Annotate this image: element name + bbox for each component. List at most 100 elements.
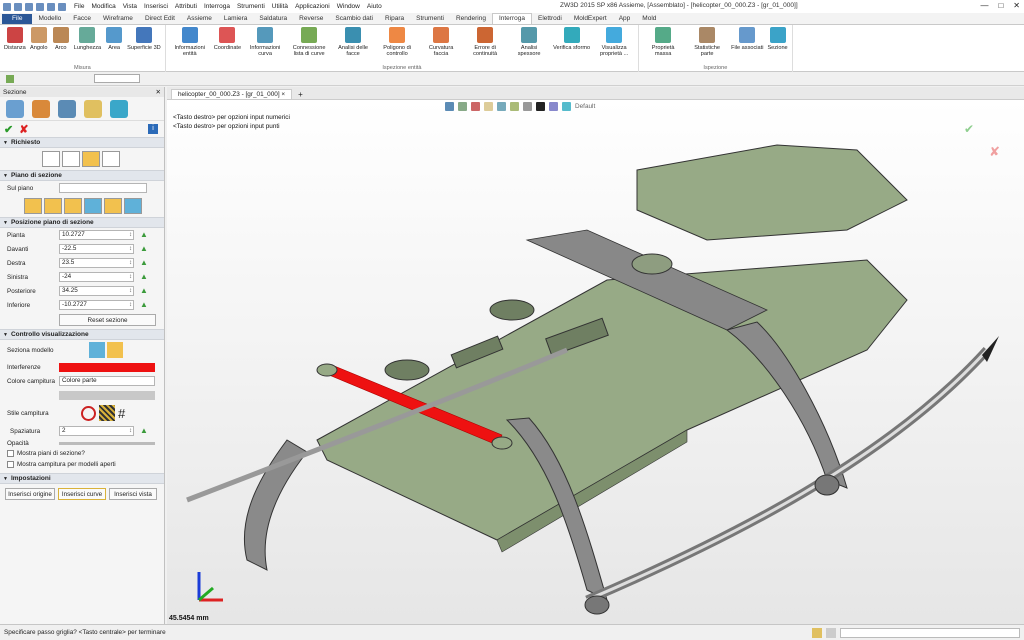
tab-ripara[interactable]: Ripara [379, 14, 410, 24]
interference-color-swatch[interactable] [59, 362, 155, 372]
tab-wireframe[interactable]: Wireframe [97, 14, 139, 24]
pick-icon[interactable]: ▲ [140, 230, 150, 240]
confirm-cancel-icon[interactable]: ✘ [989, 144, 1000, 160]
confirm-ok-icon[interactable]: ✔ [964, 122, 974, 136]
davanti-input[interactable]: -22.5 [59, 244, 134, 254]
tab-direct-edit[interactable]: Direct Edit [139, 14, 181, 24]
manager-icon[interactable] [6, 99, 24, 118]
open-icon[interactable] [25, 2, 33, 11]
status-input[interactable] [840, 627, 1020, 638]
tab-app[interactable]: App [613, 14, 637, 24]
ok-icon[interactable]: ✔ [4, 123, 13, 136]
tab-mold[interactable]: Mold [636, 14, 662, 24]
menu-vista[interactable]: Vista [123, 3, 137, 10]
grid-icon[interactable] [812, 627, 822, 638]
section-controllo[interactable]: ▼ Controllo visualizzazione [0, 329, 164, 340]
section-tab-icon[interactable] [110, 99, 128, 118]
menu-attributi[interactable]: Attributi [175, 3, 197, 10]
menu-interroga[interactable]: Interroga [204, 3, 230, 10]
inserisci-vista-button[interactable]: Inserisci vista [109, 488, 157, 500]
menu-modifica[interactable]: Modifica [91, 3, 115, 10]
menu-strumenti[interactable]: Strumenti [237, 3, 265, 10]
3d-viewport[interactable]: Default <Tasto destro> per opzioni input… [167, 100, 1024, 624]
redo-icon[interactable] [58, 2, 66, 11]
pick-icon[interactable]: ▲ [140, 258, 150, 268]
plane-back-icon[interactable] [104, 198, 122, 214]
plane-cut-icon[interactable] [62, 151, 80, 167]
menu-applicazioni[interactable]: Applicazioni [295, 3, 330, 10]
spaziatura-input[interactable]: 2 [59, 426, 134, 436]
maximize-icon[interactable]: □ [998, 1, 1003, 10]
tab-close-icon[interactable]: × [281, 91, 285, 98]
check1-checkbox[interactable] [7, 450, 14, 457]
plane-left-icon[interactable] [84, 198, 102, 214]
tab-elettrodi[interactable]: Elettrodi [532, 14, 568, 24]
panel-close-icon[interactable]: ✕ [156, 88, 161, 96]
tab-reverse[interactable]: Reverse [293, 14, 329, 24]
pick-icon[interactable]: ▲ [140, 244, 150, 254]
app-icon[interactable] [3, 2, 11, 11]
pick-icon[interactable]: ▲ [140, 426, 150, 436]
pick-icon[interactable]: ▲ [140, 272, 150, 282]
section-model-icon[interactable] [89, 342, 105, 358]
filter-icon[interactable] [6, 75, 14, 83]
tab-facce[interactable]: Facce [67, 14, 97, 24]
undo-icon[interactable] [47, 2, 55, 11]
properties-icon[interactable] [32, 99, 50, 118]
inserisci-curve-button[interactable]: Inserisci curve [58, 488, 106, 500]
destra-input[interactable]: 23.5 [59, 258, 134, 268]
hatch-diagonal-icon[interactable] [99, 405, 115, 421]
section-model-solid-icon[interactable] [107, 342, 123, 358]
new-icon[interactable] [14, 2, 22, 11]
part-icon[interactable] [84, 99, 102, 118]
tab-lamiera[interactable]: Lamiera [218, 14, 253, 24]
pianta-input[interactable]: 10.2727 [59, 230, 134, 240]
sul-piano-input[interactable] [59, 183, 147, 193]
document-tab[interactable]: helicopter_00_000.Z3 - [gr_01_000] × [171, 89, 293, 99]
tab-scambio-dati[interactable]: Scambio dati [329, 14, 379, 24]
menu-window[interactable]: Window [337, 3, 360, 10]
plane-right-icon[interactable] [64, 198, 82, 214]
plane-front-icon[interactable] [44, 198, 62, 214]
tab-strumenti[interactable]: Strumenti [410, 14, 450, 24]
plane-top-icon[interactable] [24, 198, 42, 214]
snap-icon[interactable] [826, 627, 836, 638]
minimize-icon[interactable]: — [980, 1, 988, 10]
section-richiesto[interactable]: ▼ Richiesto [0, 137, 164, 148]
inserisci-origine-button[interactable]: Inserisci origine [5, 488, 55, 500]
tab-moldexpert[interactable]: MoldExpert [568, 14, 613, 24]
plane-bottom-icon[interactable] [124, 198, 142, 214]
cancel-icon[interactable]: ✘ [19, 123, 28, 136]
save-icon[interactable] [36, 2, 44, 11]
hatch-grid-icon[interactable]: # [118, 406, 125, 421]
section-posizione[interactable]: ▼ Posizione piano di sezione [0, 217, 164, 228]
view-icon[interactable] [58, 99, 76, 118]
tab-interroga[interactable]: Interroga [491, 13, 532, 24]
add-tab-icon[interactable]: + [298, 90, 303, 99]
section-impostazioni[interactable]: ▼ Impostazioni [0, 473, 164, 484]
tab-saldatura[interactable]: Saldatura [253, 14, 293, 24]
check2-checkbox[interactable] [7, 461, 14, 468]
hatch-color-swatch[interactable] [59, 390, 155, 400]
hatch-none-icon[interactable] [81, 405, 96, 421]
box-section-icon[interactable] [82, 151, 100, 167]
plane-section-icon[interactable] [42, 151, 60, 167]
posteriore-input[interactable]: 34.25 [59, 286, 134, 296]
reset-sezione-button[interactable]: Reset sezione [59, 314, 156, 326]
inferiore-input[interactable]: -10.2727 [59, 300, 134, 310]
filter-dropdown[interactable] [94, 74, 140, 83]
opacity-slider[interactable] [59, 441, 155, 445]
tab-modello[interactable]: Modello [32, 14, 67, 24]
section-piano[interactable]: ▼ Piano di sezione [0, 170, 164, 181]
sinistra-input[interactable]: -24 [59, 272, 134, 282]
pick-icon[interactable]: ▲ [140, 300, 150, 310]
box-outline-icon[interactable] [102, 151, 120, 167]
close-icon[interactable]: ✕ [1013, 1, 1020, 10]
colore-campitura-select[interactable]: Colore parte [59, 376, 155, 386]
tab-assieme[interactable]: Assieme [181, 14, 218, 24]
menu-utilita[interactable]: Utilità [272, 3, 288, 10]
tab-file[interactable]: File [2, 14, 33, 24]
menu-inserisci[interactable]: Inserisci [144, 3, 168, 10]
menu-file[interactable]: File [74, 3, 84, 10]
tab-rendering[interactable]: Rendering [450, 14, 492, 24]
